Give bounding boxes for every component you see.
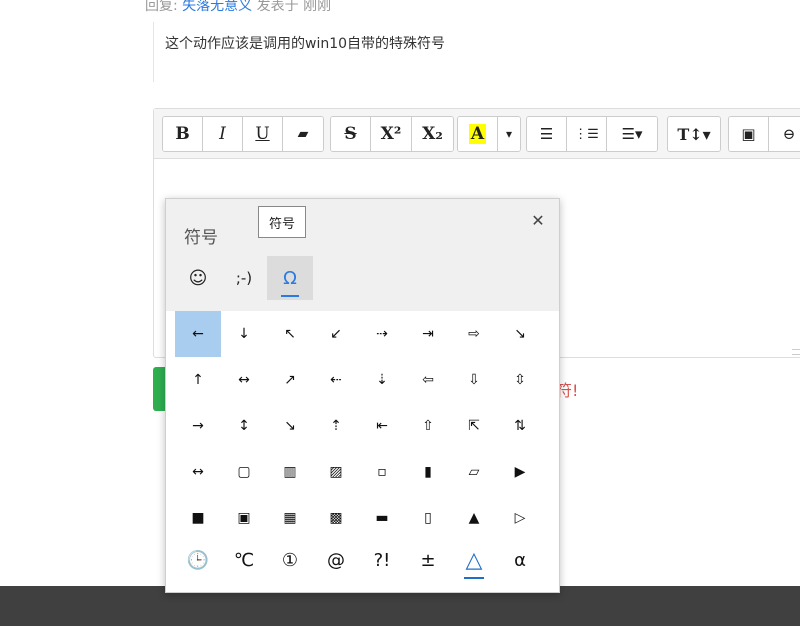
image-icon[interactable]: ▣ <box>729 117 769 151</box>
symbol-cell[interactable]: α <box>497 537 543 583</box>
symbol-cell[interactable]: ↘ <box>267 403 313 449</box>
link-icon[interactable]: ⊖ <box>769 117 800 151</box>
symbol-cell[interactable]: → <box>175 403 221 449</box>
symbol-cell[interactable]: ▮ <box>405 449 451 495</box>
tab-emoji[interactable]: ☺ <box>175 256 221 300</box>
quote-text: 这个动作应该是调用的win10自带的特殊符号 <box>165 36 446 52</box>
symbol-cell[interactable]: ▲ <box>451 495 497 541</box>
symbol-cell[interactable]: ⇢ <box>359 311 405 357</box>
numbered-list-icon[interactable]: ⋮☰ <box>567 117 607 151</box>
reply-suffix: 发表于 刚刚 <box>252 0 332 14</box>
triangle-symbol: △ <box>465 547 483 573</box>
symbol-cell[interactable]: ▣ <box>221 495 267 541</box>
symbol-cell[interactable]: ■ <box>175 495 221 541</box>
symbol-cell[interactable]: ↓ <box>221 311 267 357</box>
insert-group: ▣ ⊖ <box>728 116 800 152</box>
symbol-cell[interactable]: ▫ <box>359 449 405 495</box>
symbol-cell[interactable]: ⇥ <box>405 311 451 357</box>
font-size-icon[interactable]: T↕▾ <box>668 117 720 151</box>
script-group: S X² X₂ <box>330 116 454 152</box>
symbol-cell[interactable]: ▦ <box>267 495 313 541</box>
strikethrough-button[interactable]: S <box>331 117 371 151</box>
symbol-cell[interactable]: ▥ <box>267 449 313 495</box>
font-size-group: T↕▾ <box>667 116 721 152</box>
superscript-button[interactable]: X² <box>371 117 412 151</box>
symbol-cell[interactable]: ▨ <box>313 449 359 495</box>
symbol-cell[interactable]: ↔ <box>221 357 267 403</box>
symbol-cell[interactable]: ▱ <box>451 449 497 495</box>
symbol-cell[interactable]: ⇡ <box>313 403 359 449</box>
symbol-cell[interactable]: ⇱ <box>451 403 497 449</box>
tab-symbols[interactable]: Ω <box>267 256 313 300</box>
symbol-cell[interactable]: ℃ <box>221 537 267 583</box>
symbol-cell[interactable]: ① <box>267 537 313 583</box>
symbol-picker-header: 符号 符号 ✕ ☺ ;-) Ω <box>166 199 559 311</box>
symbol-cell[interactable]: ⇩ <box>451 357 497 403</box>
symbol-picker-title: 符号 <box>184 228 218 248</box>
symbol-cell[interactable]: ↖ <box>267 311 313 357</box>
symbol-cell[interactable]: ⇧ <box>405 403 451 449</box>
symbol-cell[interactable]: ⇣ <box>359 357 405 403</box>
resize-handle[interactable] <box>792 349 800 355</box>
symbol-cell[interactable]: ▶ <box>497 449 543 495</box>
symbol-cell[interactable]: ▯ <box>405 495 451 541</box>
eraser-icon[interactable]: ▰ <box>283 117 323 151</box>
symbol-cell[interactable]: ↔ <box>175 449 221 495</box>
symbol-cell[interactable]: ⇳ <box>497 357 543 403</box>
symbol-cell[interactable]: ↕ <box>221 403 267 449</box>
format-group: B I U ▰ <box>162 116 324 152</box>
align-dropdown-icon[interactable]: ☰▾ <box>607 117 657 151</box>
symbol-cell[interactable]: ← <box>175 311 221 357</box>
color-dropdown-icon[interactable]: ▾ <box>498 117 520 151</box>
tab-kaomoji[interactable]: ;-) <box>221 256 267 300</box>
symbol-cell[interactable]: @ <box>313 537 359 583</box>
symbol-cell[interactable]: △ <box>451 537 497 583</box>
symbol-cell[interactable]: ⇤ <box>359 403 405 449</box>
bold-button[interactable]: B <box>163 117 203 151</box>
highlight-letter: A <box>468 124 487 144</box>
symbol-cell[interactable]: ▢ <box>221 449 267 495</box>
close-icon[interactable]: ✕ <box>527 209 549 231</box>
tooltip: 符号 <box>258 206 306 238</box>
editor-toolbar: B I U ▰ S X² X₂ A ▾ ☰ ⋮☰ ☰▾ T↕▾ ▣ ⊖ <box>154 109 800 159</box>
underline-button[interactable]: U <box>243 117 283 151</box>
symbol-cell[interactable]: ▬ <box>359 495 405 541</box>
reply-meta: 回复: 失落无意义 发表于 刚刚 <box>145 0 331 15</box>
symbol-picker-panel: 符号 符号 ✕ ☺ ;-) Ω ← ↓ ↖ ↙ ⇢ ⇥ ⇨ ↘ ↑ ↔ ↗ ⇠ … <box>165 198 560 593</box>
symbol-cell[interactable]: ↘ <box>497 311 543 357</box>
symbol-cell[interactable]: 🕒 <box>175 537 221 583</box>
symbol-cell[interactable]: ▷ <box>497 495 543 541</box>
symbol-cell[interactable]: ± <box>405 537 451 583</box>
color-group: A ▾ <box>457 116 521 152</box>
subscript-button[interactable]: X₂ <box>412 117 453 151</box>
symbol-cell[interactable]: ⇨ <box>451 311 497 357</box>
symbol-cell[interactable]: ⇠ <box>313 357 359 403</box>
reply-author-link[interactable]: 失落无意义 <box>182 0 252 14</box>
symbol-cell[interactable]: ↑ <box>175 357 221 403</box>
symbol-cell[interactable]: ↗ <box>267 357 313 403</box>
symbol-cell[interactable]: ⇅ <box>497 403 543 449</box>
text-color-button[interactable]: A <box>458 117 498 151</box>
reply-prefix: 回复: <box>145 0 183 14</box>
bullet-list-icon[interactable]: ☰ <box>527 117 567 151</box>
symbol-cell[interactable]: ?! <box>359 537 405 583</box>
italic-button[interactable]: I <box>203 117 243 151</box>
symbol-cell[interactable]: ↙ <box>313 311 359 357</box>
symbol-cell[interactable]: ⇦ <box>405 357 451 403</box>
symbol-cell[interactable]: ▩ <box>313 495 359 541</box>
list-group: ☰ ⋮☰ ☰▾ <box>526 116 658 152</box>
